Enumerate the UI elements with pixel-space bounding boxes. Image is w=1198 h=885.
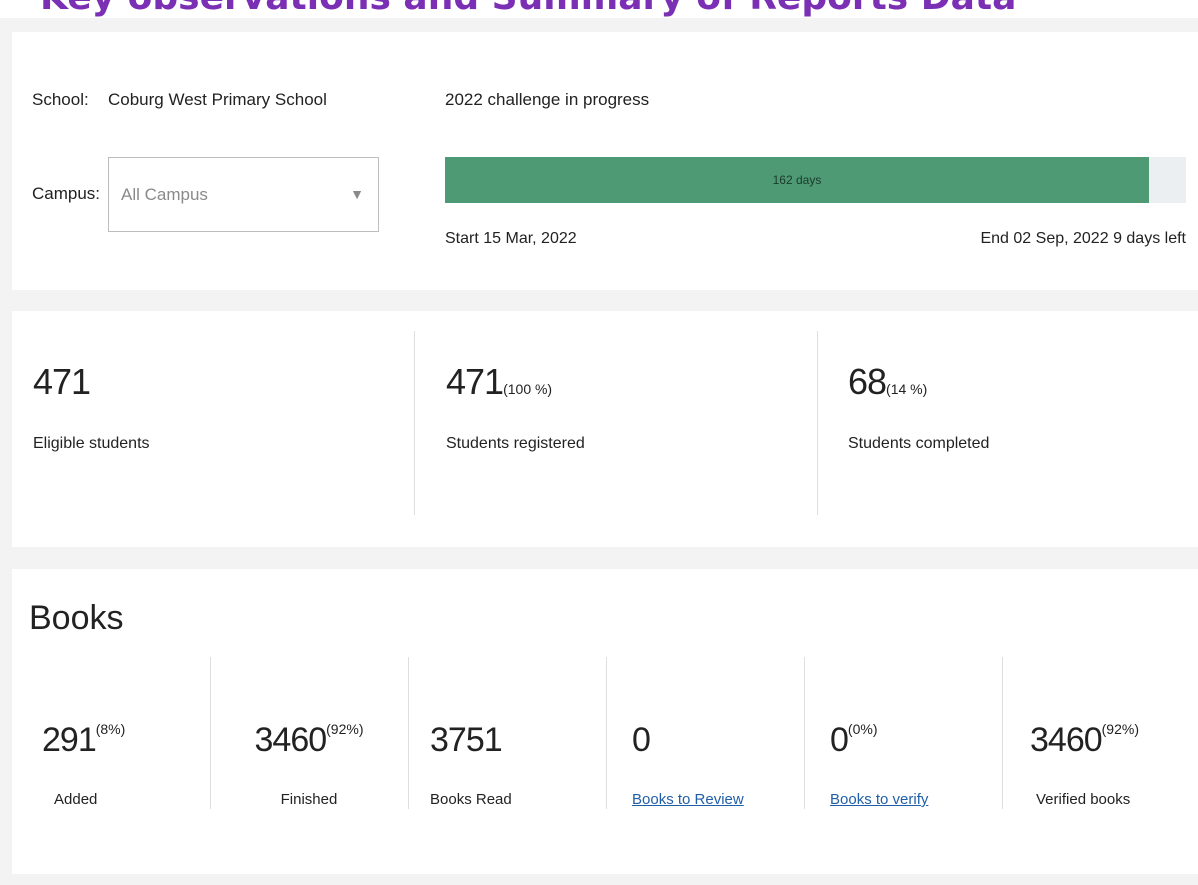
start-prefix: Start <box>445 230 479 247</box>
stat-label: Eligible students <box>33 435 150 452</box>
books-to-verify-link[interactable]: Books to verify <box>804 791 1002 808</box>
stat-divider <box>817 331 818 515</box>
stat-percent: (100 %) <box>503 381 553 397</box>
books-added: 291(8%) Added <box>12 659 210 809</box>
school-label: School: <box>32 90 89 109</box>
school-name: Coburg West Primary School <box>108 90 327 109</box>
challenge-progress-bar: 162 days <box>445 157 1186 203</box>
stat-value: 68(14 %) <box>848 361 927 403</box>
progress-fill: 162 days <box>445 157 1149 203</box>
student-stats-card: 471 Eligible students 471(100 %) Student… <box>12 311 1198 547</box>
book-number: 0 <box>632 721 651 759</box>
book-label: Books Read <box>430 791 512 808</box>
stat-number: 471 <box>33 361 91 402</box>
end-prefix: End <box>980 230 1009 247</box>
books-finished: 3460(92%) Finished <box>210 659 408 809</box>
stat-eligible: 471 Eligible students <box>12 311 415 547</box>
campus-selected-value: All Campus <box>121 185 208 204</box>
book-value: 0(0%) <box>804 721 1002 760</box>
books-read: 3751 Books Read <box>408 659 606 809</box>
campus-select[interactable]: All Campus ▼ <box>108 157 379 232</box>
books-to-review-link[interactable]: Books to Review <box>606 791 804 808</box>
book-label: Verified books <box>1036 791 1131 808</box>
end-date-value: 02 Sep, 2022 <box>1013 230 1109 247</box>
book-percent: (8%) <box>95 721 126 737</box>
book-label: Finished <box>280 791 338 808</box>
books-to-verify: 0(0%) Books to verify <box>804 659 1002 809</box>
campus-label: Campus: <box>32 184 101 203</box>
book-number: 3460 <box>1030 721 1103 759</box>
challenge-card: School: Coburg West Primary School Campu… <box>12 32 1198 290</box>
book-number: 3751 <box>430 721 503 759</box>
stat-value: 471 <box>33 361 91 403</box>
book-number: 3460 <box>254 721 328 759</box>
book-value: 3460(92%) <box>1002 721 1198 760</box>
page-banner: Key observations and Summary of Reports … <box>0 0 1198 18</box>
books-verified: 3460(92%) Verified books <box>1002 659 1198 809</box>
book-number: 0 <box>830 721 849 759</box>
book-value: 291(8%) <box>12 721 210 760</box>
caret-down-icon: ▼ <box>350 186 364 202</box>
stat-completed: 68(14 %) Students completed <box>827 311 1198 547</box>
book-label: Added <box>54 791 98 808</box>
stat-label: Students completed <box>848 435 990 452</box>
book-percent: (92%) <box>326 721 364 737</box>
stat-label: Students registered <box>446 435 585 452</box>
book-number: 291 <box>42 721 97 759</box>
start-date: Start 15 Mar, 2022 <box>445 230 577 248</box>
progress-label: 162 days <box>772 173 822 187</box>
days-left: 9 days left <box>1113 230 1186 247</box>
stat-value: 471(100 %) <box>446 361 552 403</box>
stat-number: 471 <box>446 361 504 402</box>
books-to-review: 0 Books to Review <box>606 659 804 809</box>
book-percent: (0%) <box>847 721 878 737</box>
stat-number: 68 <box>848 361 887 402</box>
end-date: End 02 Sep, 2022 9 days left <box>980 230 1186 248</box>
book-value: 3751 <box>408 721 606 760</box>
stat-registered: 471(100 %) Students registered <box>425 311 828 547</box>
books-card: Books 291(8%) Added 3460(92%) Finished 3… <box>12 569 1198 874</box>
stat-divider <box>414 331 415 515</box>
book-value: 3460(92%) <box>210 721 408 760</box>
book-value: 0 <box>606 721 804 760</box>
books-title: Books <box>29 599 124 637</box>
book-percent: (92%) <box>1101 721 1139 737</box>
stat-percent: (14 %) <box>886 381 928 397</box>
challenge-title: 2022 challenge in progress <box>445 90 650 109</box>
start-date-value: 15 Mar, 2022 <box>483 230 577 247</box>
